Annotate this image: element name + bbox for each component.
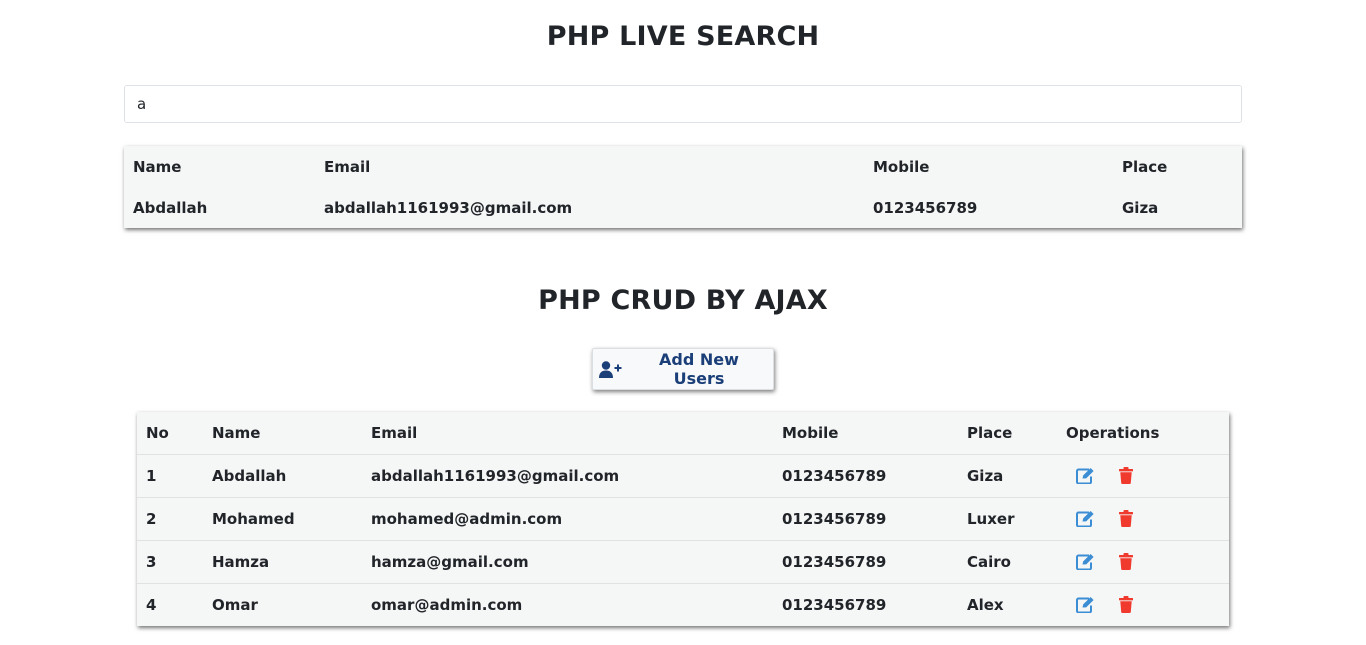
- result-place: Giza: [1122, 198, 1159, 217]
- trash-icon[interactable]: [1119, 553, 1133, 570]
- row-no: 2: [137, 496, 203, 540]
- row-name: Hamza: [203, 539, 362, 583]
- live-search-title: PHP LIVE SEARCH: [546, 21, 820, 52]
- search-input[interactable]: [124, 85, 1242, 123]
- column-header-operations: Operations: [1066, 423, 1160, 442]
- table-row: 1 Abdallah abdallah1161993@gmail.com 012…: [137, 453, 1229, 497]
- row-no: 3: [137, 539, 203, 583]
- crud-title: PHP CRUD BY AJAX: [538, 285, 828, 316]
- row-email: mohamed@admin.com: [362, 496, 773, 540]
- column-header-mobile: Mobile: [873, 157, 930, 176]
- row-mobile: 0123456789: [773, 582, 958, 626]
- add-new-users-button[interactable]: Add New Users: [592, 348, 774, 390]
- row-operations: [1057, 539, 1229, 583]
- column-header-name: Name: [212, 423, 261, 442]
- trash-icon[interactable]: [1119, 467, 1133, 484]
- row-mobile: 0123456789: [773, 539, 958, 583]
- row-email: omar@admin.com: [362, 582, 773, 626]
- trash-icon[interactable]: [1119, 596, 1133, 614]
- row-no: 1: [137, 453, 203, 497]
- edit-icon[interactable]: [1076, 553, 1095, 571]
- row-email: abdallah1161993@gmail.com: [362, 453, 773, 497]
- table-row: 3 Hamza hamza@gmail.com 0123456789 Cairo: [137, 539, 1229, 583]
- search-table-header-row: Name Email Mobile Place: [124, 146, 1242, 187]
- row-operations: [1057, 582, 1229, 626]
- row-place: Giza: [958, 453, 1057, 497]
- row-name: Mohamed: [203, 496, 362, 540]
- row-operations: [1057, 453, 1229, 497]
- table-row: 2 Mohamed mohamed@admin.com 0123456789 L…: [137, 496, 1229, 540]
- row-name: Abdallah: [203, 453, 362, 497]
- column-header-email: Email: [371, 423, 418, 442]
- users-table: No Name Email Mobile Place Operations 1 …: [137, 412, 1229, 626]
- search-result-row: Abdallah abdallah1161993@gmail.com 01234…: [124, 187, 1242, 228]
- column-header-mobile: Mobile: [782, 423, 839, 442]
- add-button-label: Add New Users: [659, 350, 739, 388]
- user-plus-icon: [599, 360, 622, 378]
- row-place: Alex: [958, 582, 1057, 626]
- search-results-table: Name Email Mobile Place Abdallah abdalla…: [124, 146, 1242, 228]
- row-mobile: 0123456789: [773, 453, 958, 497]
- users-table-header-row: No Name Email Mobile Place Operations: [137, 412, 1229, 454]
- trash-icon[interactable]: [1119, 510, 1133, 527]
- row-operations: [1057, 496, 1229, 540]
- result-mobile: 0123456789: [873, 198, 978, 217]
- result-name: Abdallah: [133, 198, 208, 217]
- column-header-place: Place: [967, 423, 1013, 442]
- row-place: Luxer: [958, 496, 1057, 540]
- row-name: Omar: [203, 582, 362, 626]
- row-place: Cairo: [958, 539, 1057, 583]
- column-header-email: Email: [324, 157, 371, 176]
- row-mobile: 0123456789: [773, 496, 958, 540]
- result-email: abdallah1161993@gmail.com: [324, 198, 573, 217]
- edit-icon[interactable]: [1076, 596, 1095, 614]
- row-email: hamza@gmail.com: [362, 539, 773, 583]
- column-header-no: No: [146, 423, 169, 442]
- column-header-place: Place: [1122, 157, 1168, 176]
- edit-icon[interactable]: [1076, 467, 1095, 485]
- edit-icon[interactable]: [1076, 510, 1095, 528]
- row-no: 4: [137, 582, 203, 626]
- column-header-name: Name: [133, 157, 182, 176]
- table-row: 4 Omar omar@admin.com 0123456789 Alex: [137, 582, 1229, 626]
